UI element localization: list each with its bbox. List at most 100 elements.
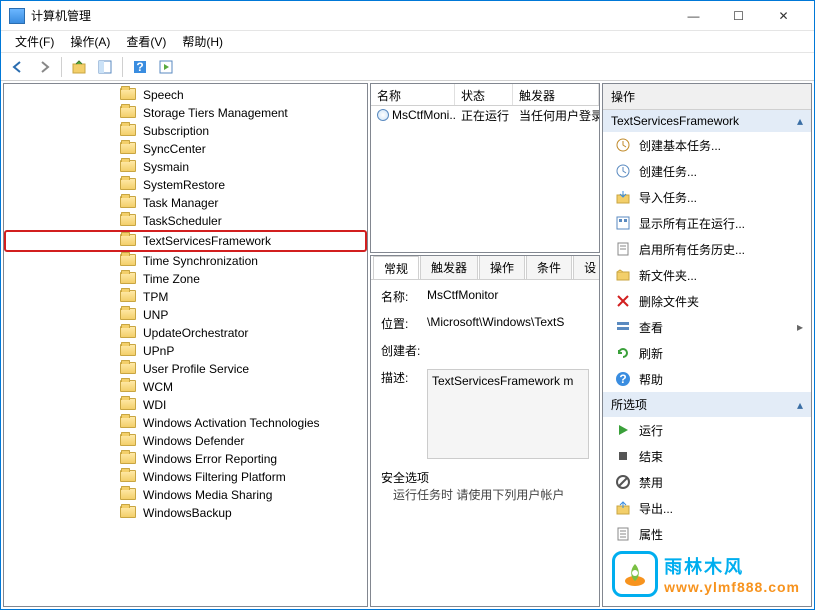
section-header-2[interactable]: 所选项 ▴ (603, 392, 811, 417)
tree-item[interactable]: Speech (4, 86, 367, 104)
tree-item[interactable]: UNP (4, 306, 367, 324)
actions-body: TextServicesFramework ▴ 创建基本任务... 创建任务...… (603, 110, 811, 606)
minimize-button[interactable]: — (671, 2, 716, 30)
help-button[interactable]: ? (129, 56, 151, 78)
action-item[interactable]: 新文件夹... (603, 262, 811, 288)
col-name[interactable]: 名称 (371, 84, 455, 105)
tree-item[interactable]: Windows Filtering Platform (4, 468, 367, 486)
action-item[interactable]: 导出... (603, 495, 811, 521)
maximize-button[interactable]: ☐ (716, 2, 761, 30)
tab-general[interactable]: 常规 (373, 256, 419, 280)
section-header-1[interactable]: TextServicesFramework ▴ (603, 110, 811, 132)
tree-item-label: Time Synchronization (140, 253, 261, 269)
label-name: 名称: (381, 288, 427, 305)
tree-item[interactable]: Time Synchronization (4, 252, 367, 270)
folder-icon (120, 398, 136, 412)
new-folder-icon (615, 267, 631, 283)
action-item[interactable]: 运行 (603, 417, 811, 443)
tree-item[interactable]: Windows Error Reporting (4, 450, 367, 468)
tree-item[interactable]: WCM (4, 378, 367, 396)
tree-item[interactable]: TaskScheduler (4, 212, 367, 230)
task-create-icon (615, 163, 631, 179)
action-item[interactable]: 显示所有正在运行... (603, 210, 811, 236)
action-item[interactable]: ?帮助 (603, 366, 811, 392)
tree-item-label: User Profile Service (140, 361, 252, 377)
tree-item[interactable]: Time Zone (4, 270, 367, 288)
action-item[interactable]: 启用所有任务历史... (603, 236, 811, 262)
action-item[interactable]: 禁用 (603, 469, 811, 495)
tree-item[interactable]: Windows Defender (4, 432, 367, 450)
folder-icon (120, 380, 136, 394)
folder-icon (120, 88, 136, 102)
watermark-text-url: www.ylmf888.com (664, 579, 800, 595)
tree-item[interactable]: WDI (4, 396, 367, 414)
tree-item[interactable]: WindowsBackup (4, 504, 367, 522)
tree-item[interactable]: Subscription (4, 122, 367, 140)
menu-action[interactable]: 操作(A) (62, 31, 118, 52)
tree-item-label: Time Zone (140, 271, 203, 287)
security-options-label: 安全选项 (381, 469, 589, 486)
tree-item-label: Windows Media Sharing (140, 487, 275, 503)
tab-triggers[interactable]: 触发器 (420, 256, 478, 279)
menu-help[interactable]: 帮助(H) (174, 31, 231, 52)
folder-icon (120, 470, 136, 484)
import-icon (615, 189, 631, 205)
list-body[interactable]: MsCtfMoni... 正在运行 当任何用户登录 (371, 106, 599, 252)
panel-button[interactable] (94, 56, 116, 78)
value-desc[interactable] (427, 369, 589, 459)
tab-more[interactable]: 设 (573, 256, 599, 279)
tab-conditions[interactable]: 条件 (526, 256, 572, 279)
forward-button[interactable] (33, 56, 55, 78)
tree-item[interactable]: Task Manager (4, 194, 367, 212)
tree-item[interactable]: Windows Media Sharing (4, 486, 367, 504)
tree-panel[interactable]: SpeechStorage Tiers ManagementSubscripti… (3, 83, 368, 607)
folder-icon (120, 344, 136, 358)
list-row[interactable]: MsCtfMoni... 正在运行 当任何用户登录 (371, 106, 599, 124)
back-button[interactable] (7, 56, 29, 78)
tree-item-label: WDI (140, 397, 169, 413)
action-item[interactable]: 刷新 (603, 340, 811, 366)
view-icon (615, 319, 631, 335)
action-label: 删除文件夹 (639, 293, 699, 310)
folder-icon (120, 234, 136, 248)
security-hint: 运行任务时 请使用下列用户帐户 (381, 486, 589, 503)
action-label: 查看 (639, 319, 663, 336)
folder-icon (120, 308, 136, 322)
action-item[interactable]: 查看▸ (603, 314, 811, 340)
tree-item[interactable]: SystemRestore (4, 176, 367, 194)
tree-item[interactable]: Storage Tiers Management (4, 104, 367, 122)
menu-view[interactable]: 查看(V) (118, 31, 174, 52)
action-item[interactable]: 导入任务... (603, 184, 811, 210)
close-button[interactable]: ✕ (761, 2, 806, 30)
play-button[interactable] (155, 56, 177, 78)
tree-item[interactable]: User Profile Service (4, 360, 367, 378)
menu-file[interactable]: 文件(F) (7, 31, 62, 52)
folder-icon (120, 214, 136, 228)
history-icon (615, 241, 631, 257)
tree-item[interactable]: Windows Activation Technologies (4, 414, 367, 432)
tree-item[interactable]: UpdateOrchestrator (4, 324, 367, 342)
value-name: MsCtfMonitor (427, 288, 589, 305)
tree-item-label: Subscription (140, 123, 212, 139)
folder-icon (120, 106, 136, 120)
tree-item[interactable]: TPM (4, 288, 367, 306)
action-item[interactable]: 结束 (603, 443, 811, 469)
tree-item[interactable]: UPnP (4, 342, 367, 360)
svg-text:?: ? (136, 60, 143, 74)
col-trigger[interactable]: 触发器 (513, 84, 599, 105)
tree-item[interactable]: TextServicesFramework (4, 230, 367, 252)
action-item[interactable]: 创建任务... (603, 158, 811, 184)
action-item[interactable]: 删除文件夹 (603, 288, 811, 314)
col-status[interactable]: 状态 (455, 84, 513, 105)
tree-item[interactable]: SyncCenter (4, 140, 367, 158)
up-button[interactable] (68, 56, 90, 78)
action-item[interactable]: 属性 (603, 521, 811, 547)
end-icon (615, 448, 631, 464)
action-label: 创建基本任务... (639, 137, 721, 154)
action-label: 启用所有任务历史... (639, 241, 745, 258)
tab-actions[interactable]: 操作 (479, 256, 525, 279)
folder-icon (120, 196, 136, 210)
tree-item[interactable]: Sysmain (4, 158, 367, 176)
actions-panel: 操作 TextServicesFramework ▴ 创建基本任务...创建任务… (602, 83, 812, 607)
action-item[interactable]: 创建基本任务... (603, 132, 811, 158)
